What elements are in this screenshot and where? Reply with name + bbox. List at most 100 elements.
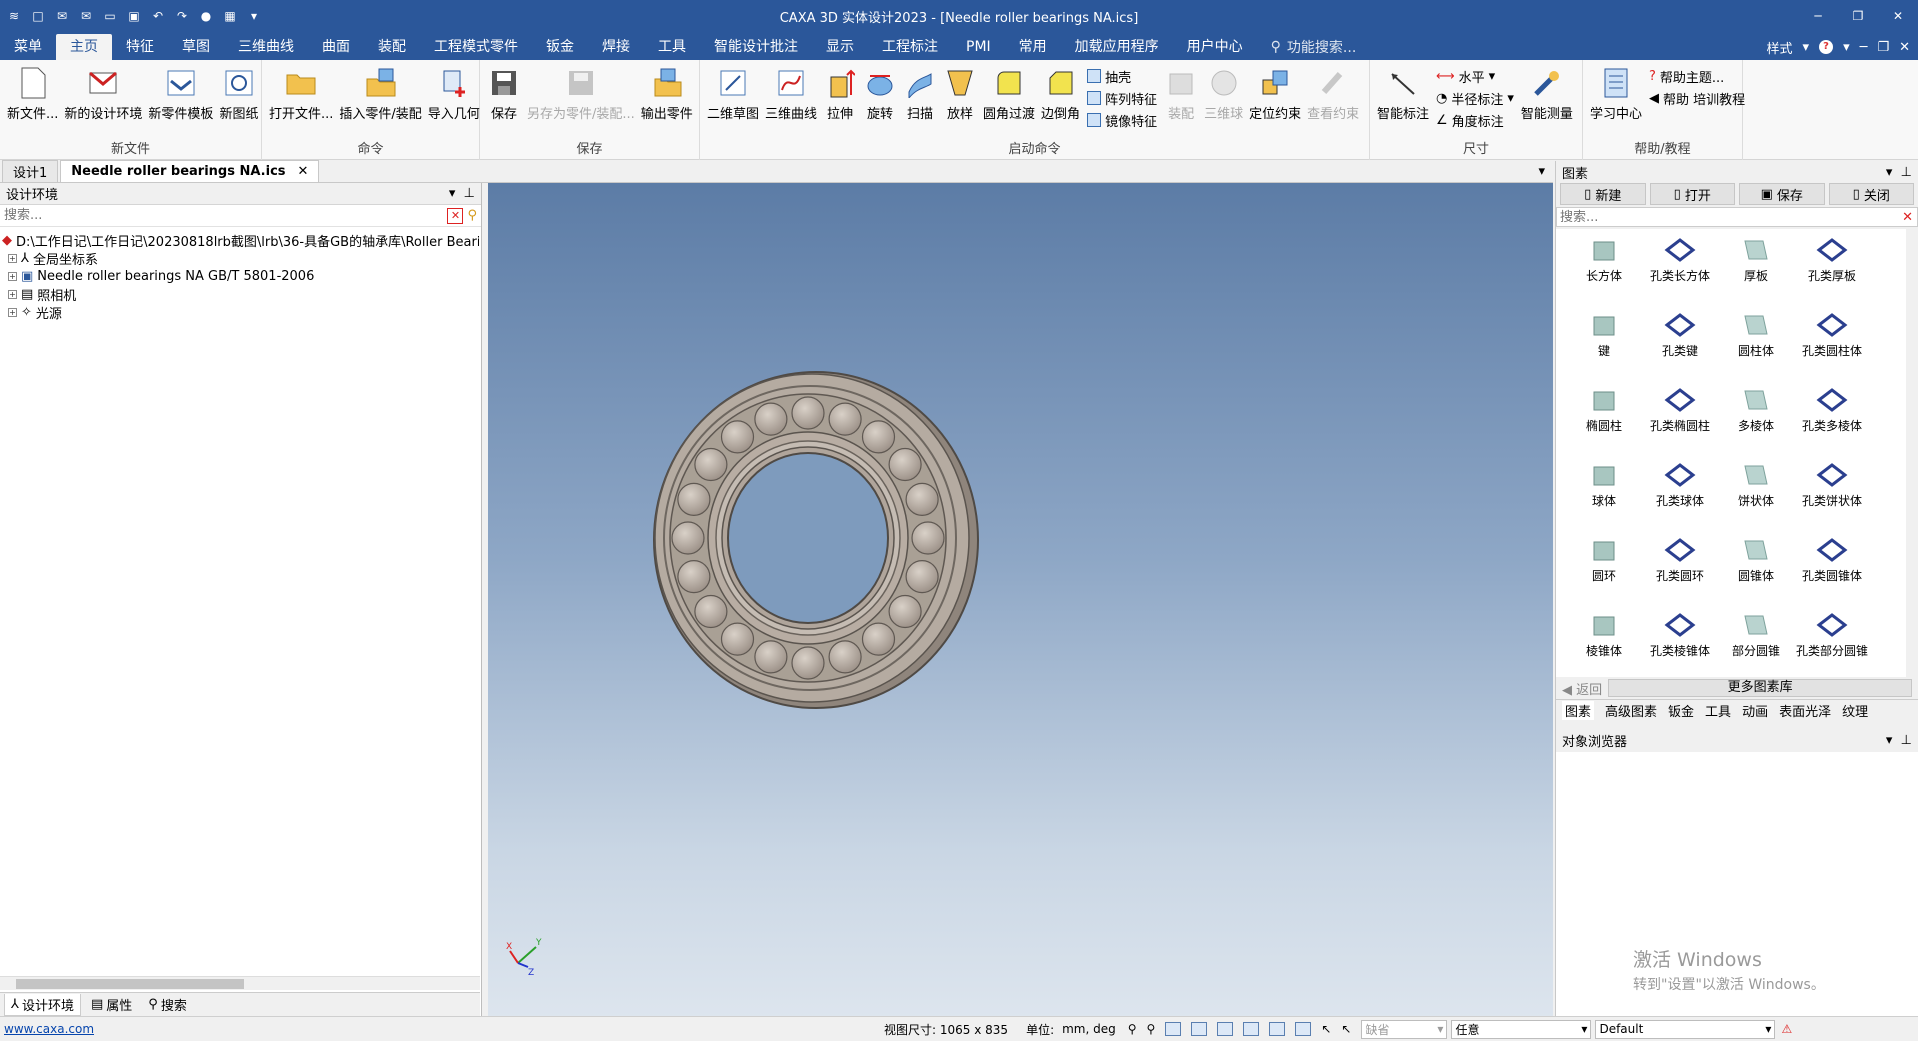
save-icon[interactable]: ▣: [126, 8, 142, 24]
assembly-button[interactable]: 装配: [1161, 66, 1201, 122]
menu-item-sheet-metal[interactable]: 钣金: [532, 34, 588, 60]
3d-viewport[interactable]: X Y Z: [488, 183, 1553, 1018]
menu-item-user-center[interactable]: 用户中心: [1173, 34, 1257, 60]
design-element-item[interactable]: 孔类键: [1644, 308, 1716, 383]
bearing-roller[interactable]: [911, 521, 945, 555]
app-menu-icon[interactable]: ≋: [6, 8, 22, 24]
clear-search-icon[interactable]: ✕: [447, 207, 464, 224]
design-element-item[interactable]: 饼状体: [1720, 458, 1792, 533]
restore-button[interactable]: ❐: [1838, 0, 1878, 32]
camera-view-icon[interactable]: [1295, 1022, 1312, 1036]
menu-item-tools[interactable]: 工具: [644, 34, 700, 60]
fillet-button[interactable]: 圆角过渡: [980, 66, 1038, 122]
minimize-button[interactable]: ─: [1798, 0, 1838, 32]
new-file-button[interactable]: 新文件...: [4, 66, 61, 122]
menu-item-smart-annotation[interactable]: 智能设计批注: [700, 34, 812, 60]
design-element-item[interactable]: 孔类饼状体: [1796, 458, 1868, 533]
bearing-roller[interactable]: [828, 402, 862, 436]
menu-item-common[interactable]: 常用: [1005, 34, 1061, 60]
status-alert-icon[interactable]: ⚠: [1781, 1022, 1792, 1036]
design-element-item[interactable]: 椭圆柱: [1568, 383, 1640, 458]
design-element-item[interactable]: 孔类圆锥体: [1796, 533, 1868, 608]
help-icon[interactable]: ?: [1819, 40, 1834, 54]
bearing-roller[interactable]: [861, 420, 896, 454]
3d-curve-button[interactable]: 三维曲线: [762, 66, 820, 122]
2d-sketch-button[interactable]: 二维草图: [704, 66, 762, 122]
chevron-down-icon[interactable]: ▾: [1886, 733, 1893, 748]
loft-button[interactable]: 放样: [940, 66, 980, 122]
style-dropdown[interactable]: 样式: [1767, 38, 1793, 57]
bearing-roller[interactable]: [905, 482, 939, 517]
function-search[interactable]: ⚲ 功能搜索...: [1257, 34, 1357, 60]
design-element-item[interactable]: 孔类多棱体: [1796, 383, 1868, 458]
menu-item-sketch[interactable]: 草图: [168, 34, 224, 60]
design-element-item[interactable]: 孔类圆环: [1644, 533, 1716, 608]
menu-item-home[interactable]: 主页: [56, 34, 112, 60]
help-topics-button[interactable]: ? 帮助主题...: [1649, 66, 1745, 86]
bearing-roller[interactable]: [694, 447, 728, 482]
design-element-item[interactable]: 厚板: [1720, 233, 1792, 308]
catalog-open-button[interactable]: ▯ 打开: [1649, 183, 1735, 205]
redo-icon[interactable]: ↷: [174, 8, 190, 24]
bearing-roller[interactable]: [791, 646, 825, 680]
design-element-item[interactable]: 长方体: [1568, 233, 1640, 308]
doc-close-button[interactable]: ✕: [1899, 40, 1910, 55]
menu-item-welding[interactable]: 焊接: [588, 34, 644, 60]
design-element-item[interactable]: 孔类棱锥体: [1644, 608, 1716, 677]
section-icon[interactable]: [1243, 1022, 1260, 1036]
filter-icon[interactable]: ⚲: [467, 208, 477, 223]
bearing-roller[interactable]: [828, 640, 862, 674]
chevron-down-icon[interactable]: ▾: [1886, 165, 1893, 180]
view-orient-icon[interactable]: [1165, 1022, 1182, 1036]
bearing-roller[interactable]: [791, 396, 825, 430]
clear-search-icon[interactable]: ✕: [1902, 210, 1913, 225]
bearing-roller[interactable]: [905, 559, 939, 594]
export-part-button[interactable]: 输出零件: [638, 66, 696, 122]
stop-icon[interactable]: ●: [198, 8, 214, 24]
bearing-roller[interactable]: [677, 482, 711, 517]
bearing-roller[interactable]: [694, 594, 728, 629]
doc-minimize-button[interactable]: ─: [1860, 40, 1868, 55]
training-tutorial-button[interactable]: ◀ 帮助 培训教程: [1649, 88, 1745, 108]
pin-icon[interactable]: ⊥: [464, 186, 475, 201]
view-constraint-button[interactable]: 查看约束: [1304, 66, 1362, 122]
selection-mode-combo[interactable]: 任意 ▾: [1451, 1019, 1592, 1039]
3d-ball-button[interactable]: 三维球: [1201, 66, 1246, 122]
design-element-item[interactable]: 棱锥体: [1568, 608, 1640, 677]
vertical-scrollbar[interactable]: [1906, 229, 1918, 677]
tabs-dropdown[interactable]: ▾: [1538, 160, 1545, 182]
expand-icon[interactable]: +: [8, 271, 17, 281]
bearing-roller[interactable]: [671, 521, 705, 555]
bearing-model[interactable]: X Y Z: [488, 183, 1553, 1018]
open-file-button[interactable]: 打开文件...: [266, 66, 336, 122]
menu-item-feature[interactable]: 特征: [112, 34, 168, 60]
unit-value[interactable]: mm, deg: [1062, 1022, 1116, 1036]
menu-item-menu[interactable]: 菜单: [0, 34, 56, 60]
tab-tools[interactable]: 工具: [1705, 701, 1731, 720]
chevron-down-icon[interactable]: ▾: [1843, 40, 1850, 55]
doc-restore-button[interactable]: ❐: [1877, 40, 1889, 55]
pin-icon[interactable]: ⊥: [1901, 733, 1912, 748]
position-constraint-button[interactable]: 定位约束: [1246, 66, 1304, 122]
design-element-item[interactable]: 圆锥体: [1720, 533, 1792, 608]
close-button[interactable]: ✕: [1878, 0, 1918, 32]
menu-item-assembly[interactable]: 装配: [364, 34, 420, 60]
mirror-feature-button[interactable]: 镜像特征: [1087, 110, 1157, 130]
pin-icon[interactable]: ⊥: [1901, 165, 1912, 180]
bearing-roller[interactable]: [888, 594, 922, 629]
bearing-roller[interactable]: [888, 447, 922, 482]
tree-node-root[interactable]: ◆ D:\工作日记\工作日记\20230818lrb截图\lrb\36-具备GB…: [2, 231, 479, 250]
import-geometry-button[interactable]: 导入几何: [425, 66, 483, 122]
element-search-input[interactable]: [1557, 208, 1903, 226]
design-element-item[interactable]: 球体: [1568, 458, 1640, 533]
tab-sheet-metal[interactable]: 钣金: [1668, 701, 1694, 720]
render-icon[interactable]: [1191, 1022, 1208, 1036]
lighting-icon[interactable]: [1269, 1022, 1286, 1036]
menu-item-pmi[interactable]: PMI: [952, 34, 1005, 60]
new-design-env-button[interactable]: 新的设计环境: [61, 66, 145, 122]
bearing-roller[interactable]: [754, 640, 788, 674]
menu-item-display[interactable]: 显示: [812, 34, 868, 60]
tree-node-global-coords[interactable]: + ⅄ 全局坐标系: [2, 249, 479, 267]
tab-advanced-elements[interactable]: 高级图素: [1605, 701, 1657, 720]
design-element-item[interactable]: 孔类长方体: [1644, 233, 1716, 308]
